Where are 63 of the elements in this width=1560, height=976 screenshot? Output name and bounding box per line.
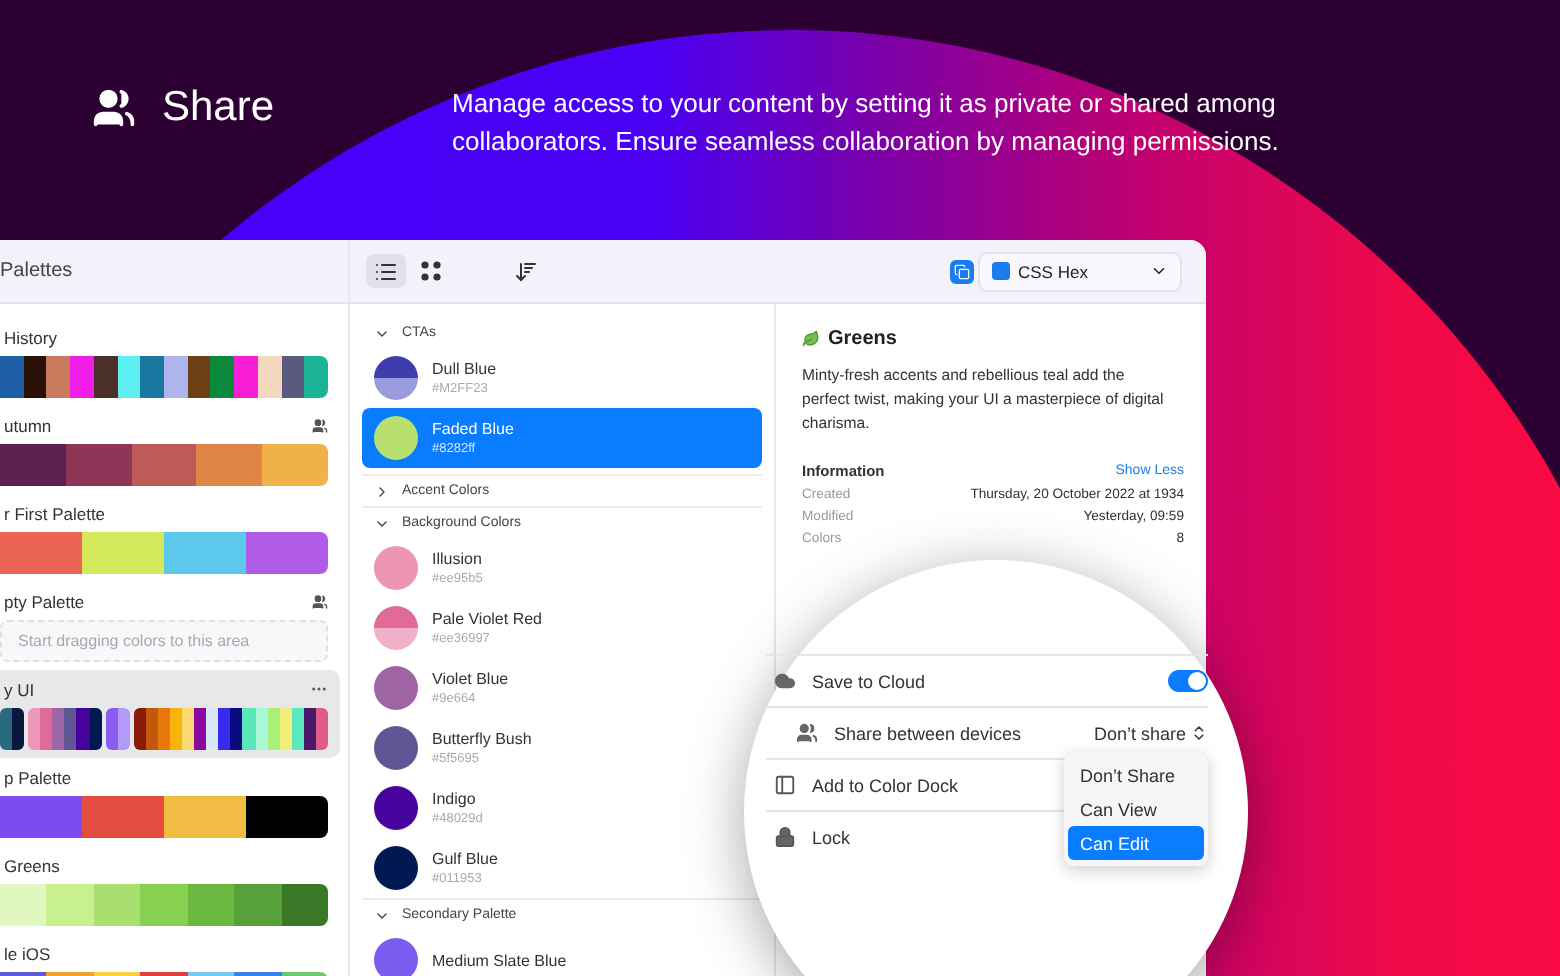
color-name: Pale Violet Red: [432, 610, 542, 628]
users-icon: [92, 86, 136, 130]
palette-name: History: [2, 327, 57, 347]
updown-icon: [1190, 724, 1208, 742]
leaf-icon: [802, 330, 820, 348]
lock-icon: [774, 826, 796, 848]
color-swatch: [374, 938, 418, 976]
palette-item[interactable]: pty Palette Start dragging colors to this area: [0, 582, 340, 670]
palette-item[interactable]: y UI: [0, 670, 340, 758]
copy-button[interactable]: [950, 259, 974, 283]
palette-name: r First Palette: [2, 503, 106, 523]
setting-label: Save to Cloud: [812, 671, 926, 691]
menu-item[interactable]: Don’t Share: [1068, 758, 1204, 792]
palette-item[interactable]: p Palette: [0, 758, 340, 846]
feature-title: Share: [162, 84, 275, 132]
color-swatch: [374, 786, 418, 830]
palette-item[interactable]: utumn: [0, 406, 340, 494]
drop-area: Start dragging colors to this area: [0, 620, 328, 662]
grid-icon: [419, 260, 441, 282]
cloud-toggle[interactable]: [1168, 670, 1208, 692]
color-name: Medium Slate Blue: [432, 951, 567, 969]
color-name: Violet Blue: [432, 670, 509, 688]
palette-item[interactable]: le iOS: [0, 934, 340, 976]
color-name: Gulf Blue: [432, 850, 498, 868]
palette-name: utumn: [2, 415, 52, 435]
color-swatch: [374, 666, 418, 710]
setting-label: Add to Color Dock: [812, 775, 959, 795]
menu-item[interactable]: Can View: [1068, 792, 1204, 826]
setting-label: Share between devices: [834, 723, 1022, 743]
color-swatch: [374, 356, 418, 400]
css-icon: [992, 262, 1010, 280]
cloud-icon: [774, 670, 796, 692]
palette-name: Greens: [2, 855, 60, 875]
color-swatch: [374, 546, 418, 590]
format-select[interactable]: CSS Hex: [978, 251, 1182, 291]
share-select[interactable]: Don’t share: [1093, 723, 1208, 743]
color-swatch: [374, 606, 418, 650]
palette-name: pty Palette: [2, 591, 85, 611]
menu-item[interactable]: Can Edit: [1068, 826, 1204, 860]
sort-icon: [514, 259, 538, 283]
palette-name: p Palette: [2, 767, 72, 787]
color-name: Indigo: [432, 790, 478, 808]
color-name: Dull Blue: [432, 360, 497, 378]
setting-label: Lock: [812, 827, 851, 847]
users-icon: [796, 722, 818, 744]
copy-icon: [954, 263, 970, 279]
color-swatch: [374, 846, 418, 890]
dock-icon: [774, 774, 796, 796]
palette-item[interactable]: Greens: [0, 846, 340, 934]
color-swatch: [374, 416, 418, 460]
color-swatch: [374, 726, 418, 770]
palette-name: y UI: [2, 679, 35, 699]
color-name: Butterfly Bush: [432, 730, 532, 748]
color-name: Illusion: [432, 550, 483, 568]
palette-title: Greens: [828, 328, 897, 350]
sidebar-title: Palettes: [0, 260, 73, 282]
palette-name: le iOS: [2, 943, 51, 963]
sort-button[interactable]: [514, 259, 538, 283]
palette-item[interactable]: r First Palette: [0, 494, 340, 582]
palette-item[interactable]: History: [0, 318, 340, 406]
color-name: Faded Blue: [432, 420, 514, 438]
chevron-icon: [1150, 262, 1168, 280]
view-toggle[interactable]: [366, 254, 406, 288]
